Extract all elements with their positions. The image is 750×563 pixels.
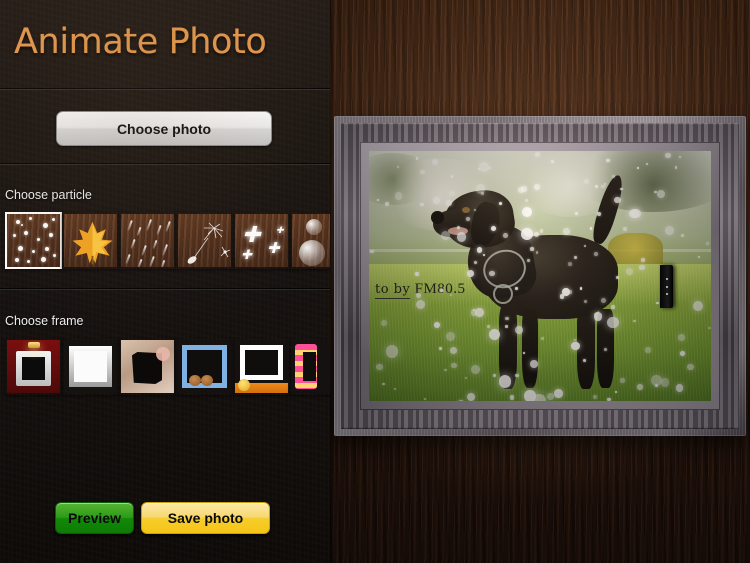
photo-watermark: to by FM80.5 — [375, 281, 466, 299]
dandelion-icon — [178, 214, 231, 267]
page-title: Animate Photo — [14, 22, 267, 62]
particle-thumb-bubbles[interactable] — [5, 212, 62, 269]
control-panel: Animate Photo Choose photo Choose partic… — [0, 0, 330, 563]
watermark-text: FM80.5 — [414, 281, 466, 297]
frame-white-icon — [64, 340, 117, 393]
leaf-icon — [64, 214, 117, 267]
choose-photo-button[interactable]: Choose photo — [56, 111, 272, 146]
handle-dot — [665, 293, 668, 296]
frame-thumb-pink-scallop[interactable] — [290, 338, 330, 395]
frame-thumbnail-strip[interactable] — [0, 337, 330, 399]
particle-thumb-rain[interactable] — [119, 212, 176, 269]
frame-red-icon — [7, 340, 60, 393]
choose-frame-label: Choose frame — [5, 314, 84, 328]
frame-blue-icon — [178, 340, 231, 393]
frame-thumb-blue-cookie[interactable] — [176, 338, 233, 395]
watermark-cursive: to by — [375, 282, 411, 299]
handle-dot — [665, 277, 668, 280]
rain-icon — [121, 214, 174, 267]
preview-stage: to by FM80.5 — [330, 0, 750, 563]
dots-icon — [7, 214, 60, 267]
divider-particle — [0, 288, 330, 290]
frame-polaroid-icon — [235, 340, 288, 393]
particle-thumb-maple-leaf[interactable] — [62, 212, 119, 269]
frame-thumb-white-bevel[interactable] — [62, 338, 119, 395]
divider-photo — [0, 163, 330, 165]
choose-particle-label: Choose particle — [5, 188, 92, 202]
title-bar: Animate Photo — [0, 0, 330, 88]
handle-dot — [665, 285, 668, 288]
frame-thumb-red-velvet[interactable] — [5, 338, 62, 395]
bubble-icon — [292, 214, 330, 267]
preview-button[interactable]: Preview — [55, 502, 134, 534]
frame-pink-icon — [292, 340, 330, 393]
frame-stone-icon — [121, 340, 174, 393]
sparkle-icon: ✚ ✚ ✚ ✚ — [241, 222, 284, 262]
app-root: Animate Photo Choose photo Choose partic… — [0, 0, 750, 563]
particle-thumb-dandelion[interactable] — [176, 212, 233, 269]
photo-frame[interactable]: to by FM80.5 — [334, 116, 746, 436]
frame-thumb-stone-collage[interactable] — [119, 338, 176, 395]
divider-title — [0, 88, 330, 90]
particle-thumb-sparkle[interactable]: ✚ ✚ ✚ ✚ — [233, 212, 290, 269]
panel-drag-handle[interactable] — [660, 265, 673, 308]
particle-thumb-bubble-large[interactable] — [290, 212, 330, 269]
dog-subject — [431, 173, 653, 389]
particle-thumbnail-strip[interactable]: ✚ ✚ ✚ ✚ — [0, 211, 330, 273]
save-photo-button[interactable]: Save photo — [141, 502, 270, 534]
frame-thumb-polaroid-orange[interactable] — [233, 338, 290, 395]
